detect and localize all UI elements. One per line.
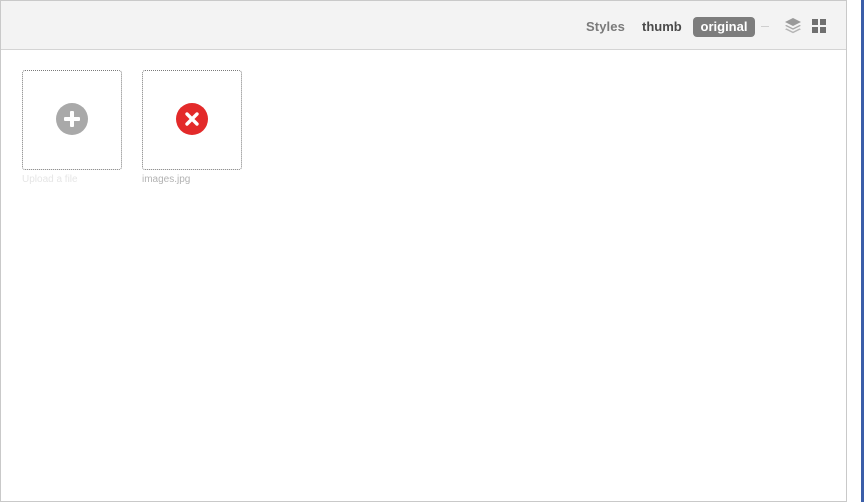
file-caption: images.jpg bbox=[142, 174, 191, 185]
grid-view-button[interactable] bbox=[812, 19, 826, 33]
layers-icon bbox=[785, 18, 801, 34]
file-tile[interactable] bbox=[142, 70, 242, 170]
plus-circle-icon bbox=[56, 103, 88, 135]
upload-tile[interactable] bbox=[22, 70, 122, 170]
remove-circle-icon[interactable] bbox=[176, 103, 208, 135]
scrollbar-track[interactable] bbox=[847, 0, 861, 502]
upload-caption: Upload a file bbox=[22, 174, 78, 185]
styles-label: Styles bbox=[586, 19, 625, 34]
grid-icon bbox=[812, 19, 826, 33]
toolbar: Styles thumb original bbox=[1, 1, 847, 50]
layers-view-button[interactable] bbox=[783, 16, 803, 36]
file-manager-window: Styles thumb original Upload a file imag… bbox=[0, 0, 847, 502]
toolbar-separator bbox=[761, 26, 769, 27]
style-option-original[interactable]: original bbox=[693, 17, 755, 37]
style-option-thumb[interactable]: thumb bbox=[642, 19, 682, 34]
